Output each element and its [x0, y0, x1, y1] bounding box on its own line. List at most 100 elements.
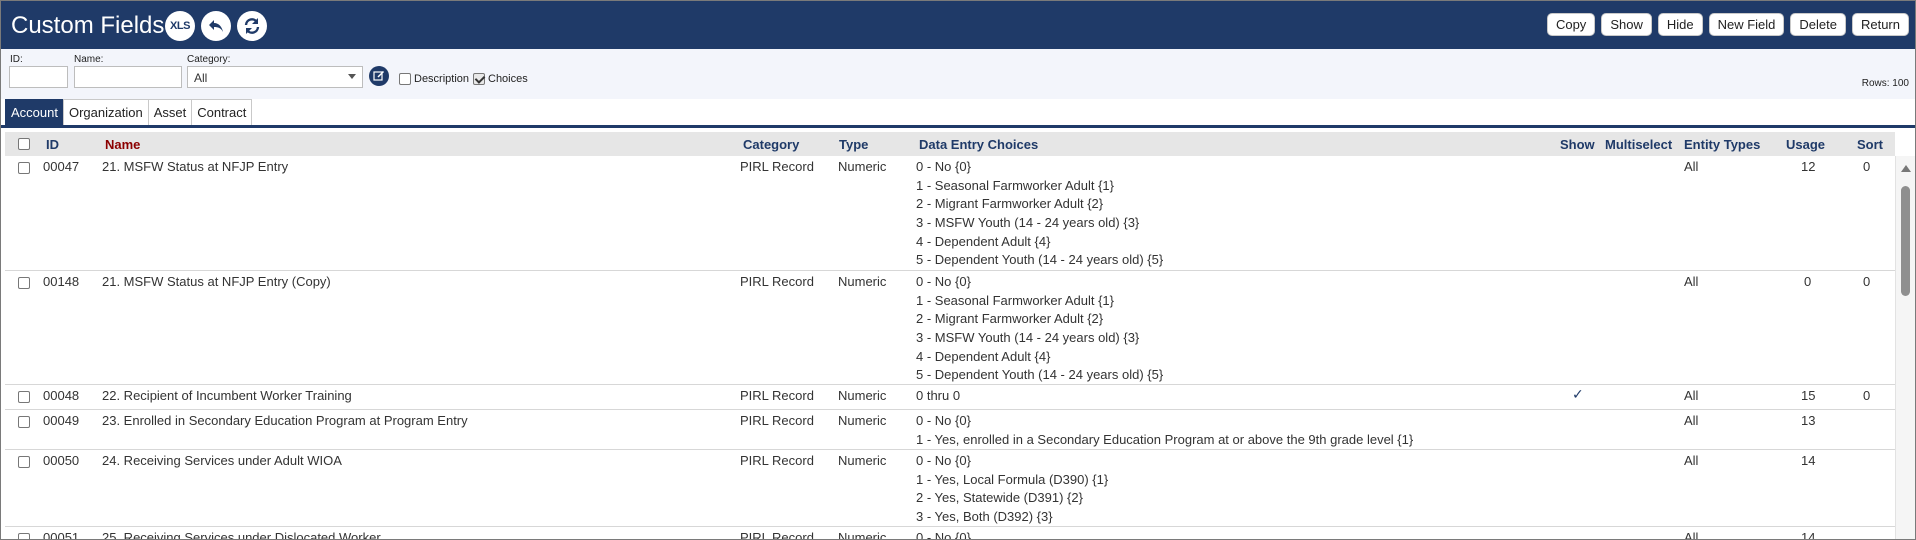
name-filter-input[interactable]: [74, 66, 182, 88]
description-checkbox[interactable]: [399, 73, 411, 85]
row-category: PIRL Record: [740, 159, 814, 174]
row-category: PIRL Record: [740, 413, 814, 428]
row-checkbox[interactable]: [18, 162, 30, 174]
row-type: Numeric: [838, 413, 887, 428]
row-name[interactable]: 25. Receiving Services under Dislocated …: [102, 530, 381, 539]
scrollbar-thumb[interactable]: [1901, 186, 1910, 296]
description-checkbox-wrap[interactable]: Description: [399, 73, 469, 85]
choice-item: 0 - No {0}: [916, 453, 971, 468]
tab-divider: [1, 125, 1915, 128]
row-type: Numeric: [838, 453, 887, 468]
row-choices: 0 thru 0: [916, 387, 960, 406]
row-checkbox[interactable]: [18, 416, 30, 428]
export-xls-icon[interactable]: XLS: [165, 11, 195, 41]
row-checkbox[interactable]: [18, 456, 30, 468]
tab-asset[interactable]: Asset: [147, 99, 193, 125]
table-body: 00047 21. MSFW Status at NFJP Entry PIRL…: [5, 156, 1895, 540]
choice-item: 3 - Yes, Both (D392) {3}: [916, 509, 1053, 525]
choice-item: 1 - Seasonal Farmworker Adult {1}: [916, 292, 1114, 308]
row-sort: 0: [1863, 388, 1871, 403]
row-checkbox[interactable]: [18, 391, 30, 403]
col-id-header[interactable]: ID: [46, 137, 59, 152]
col-category-header[interactable]: Category: [743, 137, 799, 152]
show-button[interactable]: Show: [1601, 13, 1652, 36]
row-category: PIRL Record: [740, 274, 814, 289]
row-usage: 12: [1801, 159, 1816, 174]
choice-item: 2 - Migrant Farmworker Adult {2}: [916, 311, 1104, 327]
row-category: PIRL Record: [740, 530, 814, 540]
row-id: 00047: [43, 159, 80, 174]
row-name[interactable]: 21. MSFW Status at NFJP Entry (Copy): [102, 274, 331, 289]
undo-icon[interactable]: [201, 11, 231, 41]
choice-item: 5 - Dependent Youth (14 - 24 years old) …: [916, 252, 1164, 268]
col-type-header[interactable]: Type: [839, 137, 868, 152]
col-multiselect-header[interactable]: Multiselect: [1605, 137, 1672, 152]
col-entity-types-header[interactable]: Entity Types: [1684, 137, 1760, 152]
row-name[interactable]: 21. MSFW Status at NFJP Entry: [102, 159, 288, 174]
return-button[interactable]: Return: [1851, 13, 1909, 36]
choices-checkbox-wrap[interactable]: Choices: [473, 73, 528, 85]
row-checkbox[interactable]: [18, 277, 30, 289]
table-row[interactable]: 00051 25. Receiving Services under Dislo…: [5, 527, 1895, 540]
choice-item: 2 - Migrant Farmworker Adult {2}: [916, 196, 1104, 212]
row-choices: 0 - No {0} 1 - Yes, Local Formula (D390)…: [916, 452, 1108, 527]
row-checkbox[interactable]: [18, 533, 30, 539]
row-usage: 14: [1801, 453, 1816, 468]
choice-item: 0 - No {0}: [916, 413, 971, 428]
table-row[interactable]: 00049 23. Enrolled in Secondary Educatio…: [5, 410, 1895, 450]
choice-item: 0 - No {0}: [916, 159, 971, 174]
edit-filter-icon[interactable]: [369, 66, 389, 86]
row-choices: 0 - No {0} 1 - Seasonal Farmworker Adult…: [916, 158, 1163, 270]
new-field-button[interactable]: New Field: [1708, 13, 1785, 36]
row-entity-types: All: [1684, 413, 1699, 428]
choice-item: 0 - No {0}: [916, 274, 971, 289]
choice-item: 2 - Yes, Statewide (D391) {2}: [916, 490, 1083, 506]
col-show-header[interactable]: Show: [1560, 137, 1595, 152]
choices-checkbox[interactable]: [473, 73, 485, 85]
col-sort-header[interactable]: Sort: [1857, 137, 1883, 152]
row-sort: 0: [1863, 159, 1871, 174]
category-filter-select[interactable]: All: [187, 66, 363, 88]
row-entity-types: All: [1684, 388, 1699, 403]
col-choices-header[interactable]: Data Entry Choices: [919, 137, 1038, 152]
row-name[interactable]: 22. Recipient of Incumbent Worker Traini…: [102, 388, 352, 403]
refresh-icon[interactable]: [237, 11, 267, 41]
table-row[interactable]: 00048 22. Recipient of Incumbent Worker …: [5, 385, 1895, 410]
table-row[interactable]: 00148 21. MSFW Status at NFJP Entry (Cop…: [5, 271, 1895, 385]
col-usage-header[interactable]: Usage: [1786, 137, 1825, 152]
choices-checkbox-label: Choices: [488, 73, 528, 85]
tab-account[interactable]: Account: [5, 99, 64, 125]
col-name-header[interactable]: Name: [105, 137, 140, 152]
row-usage: 0: [1804, 274, 1812, 289]
row-name[interactable]: 23. Enrolled in Secondary Education Prog…: [102, 413, 468, 428]
hide-button[interactable]: Hide: [1657, 13, 1703, 36]
choice-item: 0 thru 0: [916, 388, 961, 403]
row-name[interactable]: 24. Receiving Services under Adult WIOA: [102, 453, 342, 468]
rows-count: Rows: 100: [1861, 78, 1909, 89]
tab-organization[interactable]: Organization: [62, 99, 149, 125]
table-row[interactable]: 00050 24. Receiving Services under Adult…: [5, 450, 1895, 527]
name-filter-label: Name:: [74, 54, 104, 65]
id-filter-input[interactable]: [9, 66, 68, 88]
table-row[interactable]: 00047 21. MSFW Status at NFJP Entry PIRL…: [5, 156, 1895, 271]
filter-bar: ID: Name: Category: All Description Choi…: [1, 49, 1915, 99]
row-type: Numeric: [838, 388, 887, 403]
choice-item: 1 - Yes, enrolled in a Secondary Educati…: [916, 431, 1414, 447]
delete-button[interactable]: Delete: [1790, 13, 1846, 36]
vertical-scrollbar[interactable]: [1895, 156, 1915, 539]
select-all-checkbox[interactable]: [18, 138, 30, 150]
category-filter-label: Category:: [187, 54, 231, 65]
scroll-up-icon[interactable]: [1901, 165, 1911, 172]
row-id: 00051: [43, 530, 80, 540]
choice-item: 4 - Dependent Adult {4}: [916, 348, 1051, 364]
row-usage: 15: [1801, 388, 1816, 403]
choice-item: 0 - No {0}: [916, 530, 971, 540]
row-id: 00048: [43, 388, 80, 403]
row-id: 00050: [43, 453, 80, 468]
copy-button[interactable]: Copy: [1546, 13, 1596, 36]
tab-contract[interactable]: Contract: [191, 99, 253, 125]
row-id: 00148: [43, 274, 80, 289]
row-choices: 0 - No {0}: [916, 529, 971, 540]
check-icon: ✓: [1572, 386, 1584, 402]
row-category: PIRL Record: [740, 453, 814, 468]
